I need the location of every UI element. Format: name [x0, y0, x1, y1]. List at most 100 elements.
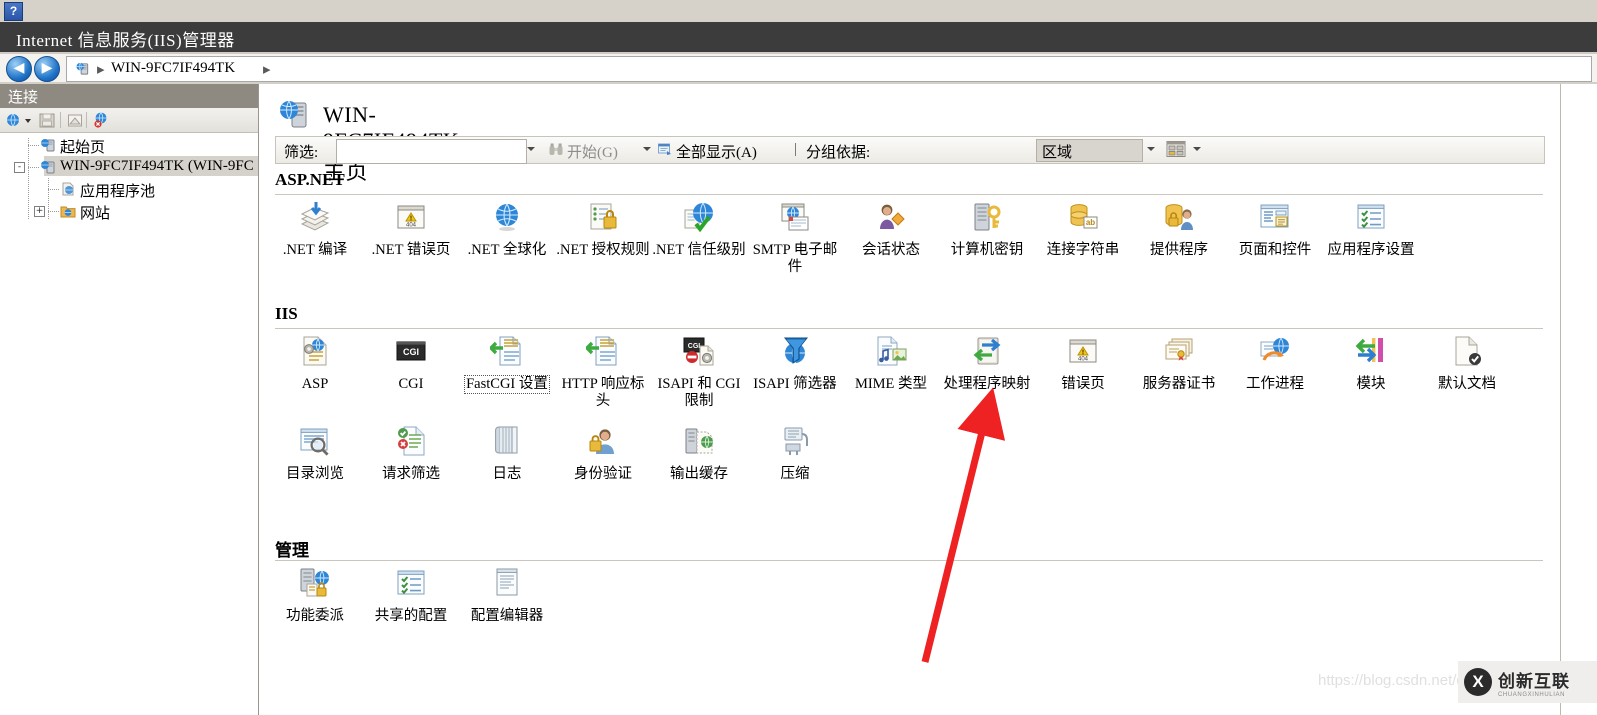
feature-worker-processes[interactable]: 工作进程: [1227, 334, 1323, 393]
feature-isapi-cgi-restrictions[interactable]: CGI ISAPI 和 CGI 限制: [651, 334, 747, 410]
feature-handler-mappings[interactable]: 处理程序映射: [939, 334, 1035, 393]
feature-label: .NET 全球化: [467, 242, 547, 258]
isapi-filters-icon: [783, 337, 809, 364]
feature-feature-delegation[interactable]: 功能委派: [267, 566, 363, 625]
feature-modules[interactable]: 模块: [1323, 334, 1419, 393]
back-button[interactable]: ◀: [6, 56, 32, 82]
feature-smtp-email[interactable]: SMTP 电子邮件: [747, 200, 843, 276]
filter-go-dropdown[interactable]: [638, 139, 656, 160]
feature-default-document[interactable]: 默认文档: [1419, 334, 1515, 393]
svg-text:404: 404: [406, 222, 417, 228]
breadcrumb-server[interactable]: WIN-9FC7IF494TK: [111, 60, 235, 77]
app-pools-icon: [62, 182, 74, 196]
view-mode-dropdown[interactable]: [1188, 139, 1206, 160]
section-aspnet: ASP.NET: [275, 170, 1543, 198]
feature-net-error-pages[interactable]: 404 .NET 错误页: [363, 200, 459, 259]
help-question-icon[interactable]: ?: [4, 2, 23, 21]
section-rule: [275, 328, 1543, 329]
show-all-label[interactable]: 全部显示(A): [676, 141, 757, 162]
forward-button[interactable]: ▶: [34, 56, 60, 82]
feature-net-globalization[interactable]: .NET 全球化: [459, 200, 555, 259]
breadcrumb[interactable]: ▸ WIN-9FC7IF494TK ▸: [66, 56, 1592, 82]
iis-manager-window: ? Internet 信息服务(IIS)管理器 ◀ ▶ ▸ WIN-9FC7IF…: [0, 0, 1597, 715]
feature-label: 提供程序: [1150, 242, 1208, 258]
svg-text:404: 404: [1078, 356, 1089, 362]
section-heading: 管理: [275, 541, 309, 560]
feature-pages-and-controls[interactable]: 页面和控件: [1227, 200, 1323, 259]
filter-go-label[interactable]: 开始(G): [567, 141, 618, 162]
breadcrumb-sep-2: ▸: [263, 60, 271, 78]
connect-dropdown-icon[interactable]: [23, 111, 33, 129]
feature-shared-configuration[interactable]: 共享的配置: [363, 566, 459, 625]
save-connections-icon[interactable]: [38, 111, 56, 129]
server-node-icon: [41, 161, 55, 174]
feature-http-response-headers[interactable]: HTTP 响应标头: [555, 334, 651, 410]
feature-request-filtering[interactable]: 请求筛选: [363, 424, 459, 483]
http-response-headers-icon: [584, 336, 617, 366]
server-certificates-icon: [1165, 338, 1193, 361]
tree-item-label: WIN-9FC7IF494TK (WIN-9FC: [60, 158, 254, 174]
connections-header: 连接: [0, 84, 258, 108]
feature-label: 错误页: [1061, 376, 1105, 392]
feature-session-state[interactable]: 会话状态: [843, 200, 939, 259]
tree-item-label: 起始页: [60, 140, 106, 156]
feature-configuration-editor[interactable]: 配置编辑器: [459, 566, 555, 625]
tree-item-label: 网站: [80, 206, 111, 222]
feature-asp[interactable]: ASP: [267, 334, 363, 393]
tree-expander-expand[interactable]: +: [34, 206, 45, 217]
feature-authentication[interactable]: 身份验证: [555, 424, 651, 483]
session-state-icon: [880, 204, 905, 229]
feature-label: MIME 类型: [854, 376, 928, 392]
fastcgi-settings-icon: [488, 336, 521, 366]
feature-label: 连接字符串: [1046, 242, 1120, 258]
feature-label: FastCGI 设置: [464, 375, 550, 394]
feature-logging[interactable]: 日志: [459, 424, 555, 483]
filter-dropdown-button[interactable]: [522, 139, 540, 160]
tree-item-sites[interactable]: + 网站: [0, 200, 258, 222]
tree-item-app-pools[interactable]: 应用程序池: [0, 178, 258, 200]
view-mode-icon[interactable]: [1166, 140, 1186, 158]
application-settings-icon: [1357, 204, 1385, 229]
brand-mark-icon: X: [1464, 668, 1492, 696]
feature-label: .NET 错误页: [371, 242, 451, 258]
svg-text:CGI: CGI: [403, 347, 419, 357]
asp-icon: [303, 336, 327, 366]
connect-to-icon[interactable]: [5, 111, 23, 129]
machine-key-icon: [974, 203, 1001, 231]
request-filtering-icon: [398, 426, 425, 456]
feature-error-pages[interactable]: 404 错误页: [1035, 334, 1131, 393]
tree-expander-collapse[interactable]: -: [14, 162, 25, 173]
feature-connection-strings[interactable]: ab 连接字符串: [1035, 200, 1131, 259]
brand-name: 创新互联: [1498, 671, 1570, 691]
feature-mime-types[interactable]: MIME 类型: [843, 334, 939, 393]
feature-label: ISAPI 和 CGI 限制: [657, 376, 741, 409]
feature-fastcgi-settings[interactable]: FastCGI 设置: [459, 334, 555, 394]
window-title: Internet 信息服务(IIS)管理器: [16, 31, 235, 50]
feature-net-compilation[interactable]: .NET 编译: [267, 200, 363, 259]
feature-application-settings[interactable]: 应用程序设置: [1323, 200, 1419, 259]
section-heading: IIS: [275, 304, 298, 323]
feature-providers[interactable]: 提供程序: [1131, 200, 1227, 259]
filter-input[interactable]: [336, 139, 527, 164]
sites-folder-icon: [60, 206, 76, 218]
feature-directory-browsing[interactable]: 目录浏览: [267, 424, 363, 483]
feature-compression[interactable]: 压缩: [747, 424, 843, 483]
group-by-label: 分组依据:: [806, 145, 871, 161]
svg-text:CGI: CGI: [688, 343, 701, 350]
export-icon[interactable]: [66, 111, 84, 129]
feature-net-trust-levels[interactable]: .NET 信任级别: [651, 200, 747, 259]
tree-item-server[interactable]: - WIN-9FC7IF494TK (WIN-9FC: [0, 156, 258, 178]
feature-server-certificates[interactable]: 服务器证书: [1131, 334, 1227, 393]
feature-label: 共享的配置: [374, 608, 448, 624]
feature-net-authorization-rules[interactable]: .NET 授权规则: [555, 200, 651, 259]
feature-cgi[interactable]: CGI CGI: [363, 334, 459, 393]
feature-label: 会话状态: [862, 242, 920, 258]
feature-machine-key[interactable]: 计算机密钥: [939, 200, 1035, 259]
back-arrow-icon: ◀: [13, 60, 25, 76]
feature-isapi-filters[interactable]: ISAPI 筛选器: [747, 334, 843, 393]
feature-output-caching[interactable]: 输出缓存: [651, 424, 747, 483]
tree-item-start-page[interactable]: 起始页: [0, 134, 258, 156]
group-by-dropdown[interactable]: [1142, 139, 1160, 160]
disconnect-icon[interactable]: [92, 111, 110, 129]
actions-pane-edge: [1560, 84, 1597, 715]
